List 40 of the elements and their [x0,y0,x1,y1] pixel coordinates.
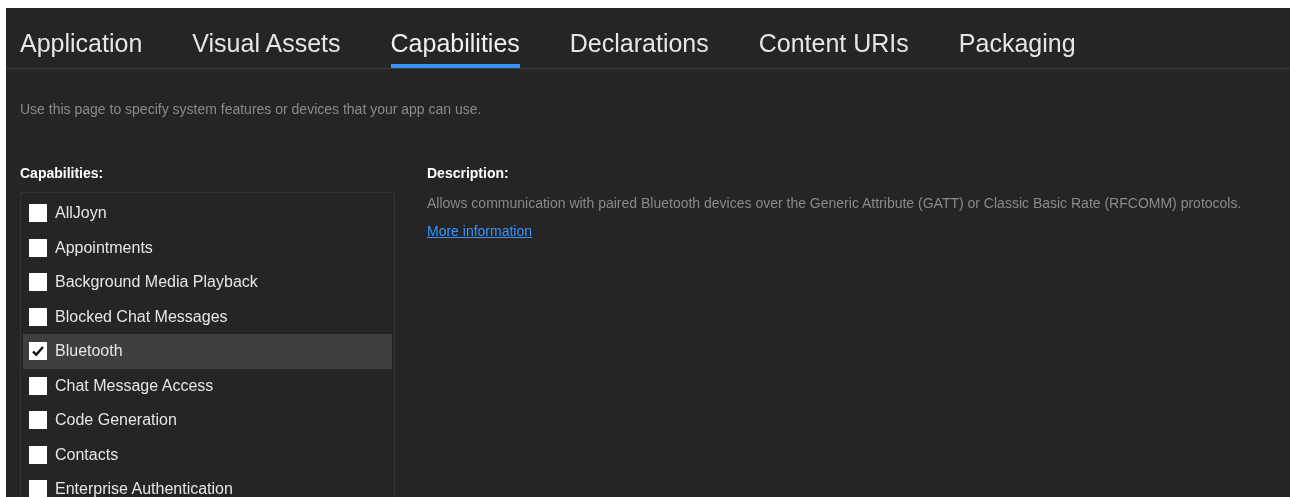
tab[interactable]: Application [20,28,143,68]
capability-label: Code Generation [55,410,177,431]
checkbox[interactable] [29,445,47,464]
tab[interactable]: Visual Assets [192,28,341,68]
capability-label: Blocked Chat Messages [55,306,228,327]
capability-item[interactable]: Background Media Playback [23,265,392,300]
page-hint: Use this page to specify system features or devices that your app can use. [19,100,483,119]
capability-label: Chat Message Access [55,375,214,396]
capability-item[interactable]: Contacts [23,437,392,472]
capability-item[interactable]: Bluetooth [23,334,392,369]
checkbox[interactable] [29,204,47,223]
description-text: Allows communication with paired Bluetooth devices over the Generic Attribute (GATT) or Classic Basic Rate (RFCOMM) protocols. [427,194,1243,213]
capabilities-list[interactable]: AllJoyn Appointments Background Media Playback Blocked Chat Messages Bluetooth Chat Message Access Code Generation Contacts Enterprise Authentication [20,192,395,497]
capability-label: Background Media Playback [55,272,258,293]
checkbox[interactable] [29,411,47,430]
tab[interactable]: Packaging [958,28,1076,68]
capabilities-heading: Capabilities: [20,164,105,183]
checkbox[interactable] [29,376,47,395]
capability-item[interactable]: Appointments [23,230,392,265]
checkbox[interactable] [29,273,47,292]
more-information-link[interactable]: More information [427,221,533,242]
tab[interactable]: Capabilities [390,28,520,68]
capability-item[interactable]: Blocked Chat Messages [23,299,392,334]
tab[interactable]: Declarations [569,28,709,68]
checkbox[interactable] [29,238,47,257]
checkbox[interactable] [29,342,47,361]
capability-label: Bluetooth [55,341,123,362]
checkmark-icon [31,344,45,359]
capability-label: Contacts [55,444,119,465]
capability-item[interactable]: Enterprise Authentication [23,472,392,497]
capability-label: Enterprise Authentication [55,479,233,497]
capability-item[interactable]: Code Generation [23,403,392,438]
capability-item[interactable]: AllJoyn [23,196,392,231]
capability-item[interactable]: Chat Message Access [23,368,392,403]
description-heading: Description: [427,164,510,183]
tab[interactable]: Content URIs [758,28,909,68]
capability-label: AllJoyn [55,203,107,224]
checkbox[interactable] [29,480,47,497]
capability-label: Appointments [55,237,153,258]
checkbox[interactable] [29,307,47,326]
